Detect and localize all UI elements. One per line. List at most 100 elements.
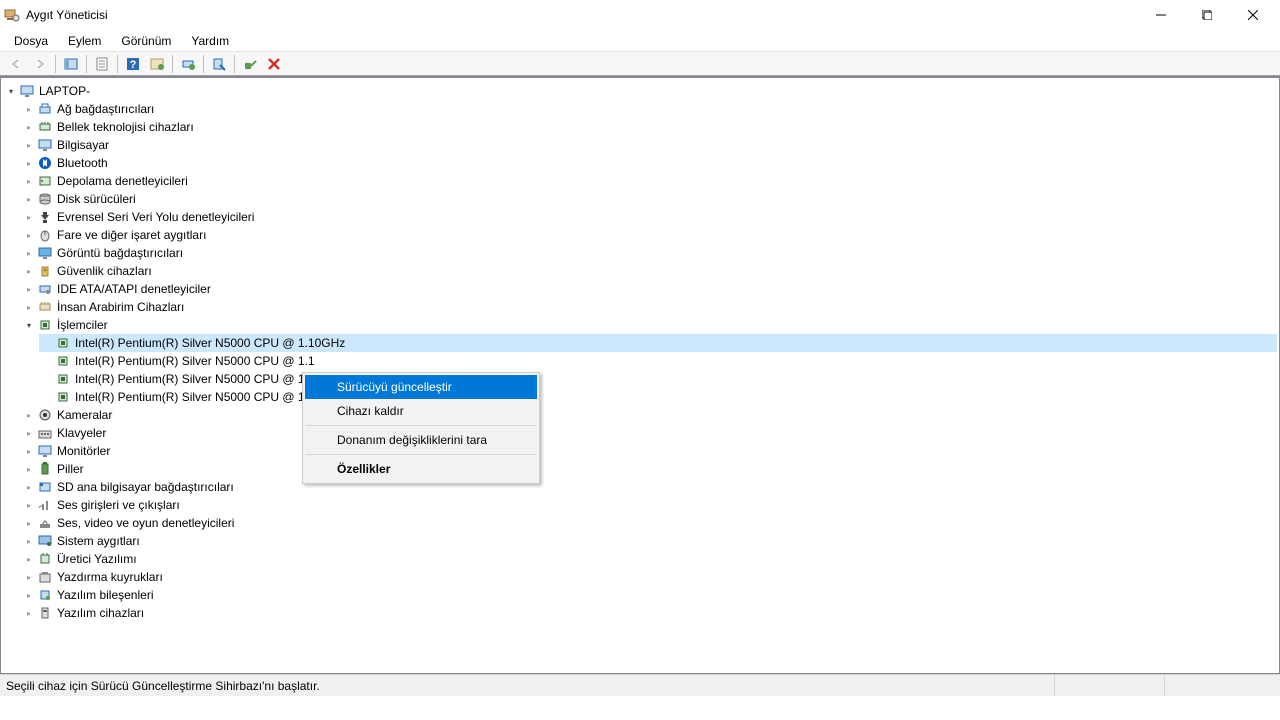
menu-file[interactable]: Dosya <box>4 32 58 50</box>
context-uninstall[interactable]: Cihazı kaldır <box>305 399 537 423</box>
expander-icon[interactable] <box>23 589 35 601</box>
category-label: Bellek teknolojisi cihazları <box>57 120 194 134</box>
expander-icon[interactable] <box>23 571 35 583</box>
scan-hardware-button[interactable] <box>208 54 230 74</box>
show-hide-console-button[interactable] <box>60 54 82 74</box>
category-icon <box>37 551 53 567</box>
tree-root[interactable]: LAPTOP- <box>3 82 1277 100</box>
separator <box>86 55 87 73</box>
expander-icon[interactable] <box>23 265 35 277</box>
expander-icon[interactable] <box>23 553 35 565</box>
minimize-button[interactable] <box>1138 0 1184 30</box>
menu-view[interactable]: Görünüm <box>111 32 181 50</box>
back-button[interactable] <box>5 54 27 74</box>
category-item[interactable]: Kameralar <box>21 406 1277 424</box>
separator <box>234 55 235 73</box>
device-label: Intel(R) Pentium(R) Silver N5000 CPU @ 1… <box>75 372 315 386</box>
category-icon <box>37 605 53 621</box>
expander-icon[interactable] <box>23 211 35 223</box>
expander-icon[interactable] <box>23 103 35 115</box>
expander-icon[interactable] <box>23 517 35 529</box>
category-item[interactable]: Bilgisayar <box>21 136 1277 154</box>
category-item[interactable]: SD ana bilgisayar bağdaştırıcıları <box>21 478 1277 496</box>
category-item[interactable]: Yazılım bileşenleri <box>21 586 1277 604</box>
context-update-driver[interactable]: Sürücüyü güncelleştir <box>305 375 537 399</box>
expander-icon[interactable] <box>23 427 35 439</box>
category-item[interactable]: Yazdırma kuyrukları <box>21 568 1277 586</box>
expander-icon[interactable] <box>23 319 35 331</box>
device-tree[interactable]: LAPTOP- Ağ bağdaştırıcıları Bellek teknol… <box>0 76 1280 674</box>
category-item[interactable]: Fare ve diğer işaret aygıtları <box>21 226 1277 244</box>
device-item[interactable]: Intel(R) Pentium(R) Silver N5000 CPU @ 1… <box>39 388 1277 406</box>
expander-icon[interactable] <box>23 463 35 475</box>
category-item[interactable]: Evrensel Seri Veri Yolu denetleyicileri <box>21 208 1277 226</box>
device-item[interactable]: Intel(R) Pentium(R) Silver N5000 CPU @ 1… <box>39 334 1277 352</box>
context-scan[interactable]: Donanım değişikliklerini tara <box>305 428 537 452</box>
expander-icon[interactable] <box>23 121 35 133</box>
separator <box>203 55 204 73</box>
category-icon <box>37 101 53 117</box>
category-label: Fare ve diğer işaret aygıtları <box>57 228 206 242</box>
menu-help[interactable]: Yardım <box>181 32 239 50</box>
processor-icon <box>37 317 53 333</box>
expander-icon[interactable] <box>23 481 35 493</box>
category-icon <box>37 227 53 243</box>
category-label: SD ana bilgisayar bağdaştırıcıları <box>57 480 234 494</box>
category-item[interactable]: Ses girişleri ve çıkışları <box>21 496 1277 514</box>
category-icon <box>37 245 53 261</box>
expander-icon[interactable] <box>23 229 35 241</box>
expander-icon[interactable] <box>23 175 35 187</box>
category-label: Evrensel Seri Veri Yolu denetleyicileri <box>57 210 254 224</box>
action-button[interactable] <box>146 54 168 74</box>
context-properties[interactable]: Özellikler <box>305 457 537 481</box>
category-item[interactable]: Ses, video ve oyun denetleyicileri <box>21 514 1277 532</box>
category-label: Ağ bağdaştırıcıları <box>57 102 154 116</box>
enable-device-button[interactable] <box>239 54 261 74</box>
category-item[interactable]: IDE ATA/ATAPI denetleyiciler <box>21 280 1277 298</box>
expander-icon[interactable] <box>23 445 35 457</box>
category-item[interactable]: Bluetooth <box>21 154 1277 172</box>
expander-icon[interactable] <box>23 301 35 313</box>
device-item[interactable]: Intel(R) Pentium(R) Silver N5000 CPU @ 1… <box>39 352 1277 370</box>
category-item[interactable]: İnsan Arabirim Cihazları <box>21 298 1277 316</box>
category-label: Ses, video ve oyun denetleyicileri <box>57 516 234 530</box>
category-icon <box>37 191 53 207</box>
category-item[interactable]: Ağ bağdaştırıcıları <box>21 100 1277 118</box>
category-processors[interactable]: İşlemciler <box>21 316 1277 334</box>
processor-icon <box>55 389 71 405</box>
category-item[interactable]: Sistem aygıtları <box>21 532 1277 550</box>
expander-icon[interactable] <box>23 247 35 259</box>
help-button[interactable]: ? <box>122 54 144 74</box>
expander-icon[interactable] <box>5 85 17 97</box>
category-item[interactable]: Görüntü bağdaştırıcıları <box>21 244 1277 262</box>
expander-icon[interactable] <box>23 535 35 547</box>
expander-icon[interactable] <box>23 409 35 421</box>
uninstall-device-button[interactable] <box>263 54 285 74</box>
expander-icon[interactable] <box>23 193 35 205</box>
expander-icon[interactable] <box>23 607 35 619</box>
forward-button[interactable] <box>29 54 51 74</box>
expander-icon[interactable] <box>23 499 35 511</box>
category-item[interactable]: Üretici Yazılımı <box>21 550 1277 568</box>
category-item[interactable]: Bellek teknolojisi cihazları <box>21 118 1277 136</box>
category-icon <box>37 515 53 531</box>
category-item[interactable]: Piller <box>21 460 1277 478</box>
category-item[interactable]: Yazılım cihazları <box>21 604 1277 622</box>
expander-icon[interactable] <box>23 139 35 151</box>
expander-icon[interactable] <box>23 283 35 295</box>
category-item[interactable]: Disk sürücüleri <box>21 190 1277 208</box>
properties-button[interactable] <box>91 54 113 74</box>
category-item[interactable]: Monitörler <box>21 442 1277 460</box>
update-driver-button[interactable] <box>177 54 199 74</box>
close-button[interactable] <box>1230 0 1276 30</box>
maximize-button[interactable] <box>1184 0 1230 30</box>
category-icon <box>37 263 53 279</box>
category-item[interactable]: Klavyeler <box>21 424 1277 442</box>
window-controls <box>1138 0 1276 30</box>
category-item[interactable]: Depolama denetleyicileri <box>21 172 1277 190</box>
menu-action[interactable]: Eylem <box>58 32 111 50</box>
category-icon <box>37 299 53 315</box>
device-item[interactable]: Intel(R) Pentium(R) Silver N5000 CPU @ 1… <box>39 370 1277 388</box>
category-item[interactable]: Güvenlik cihazları <box>21 262 1277 280</box>
expander-icon[interactable] <box>23 157 35 169</box>
